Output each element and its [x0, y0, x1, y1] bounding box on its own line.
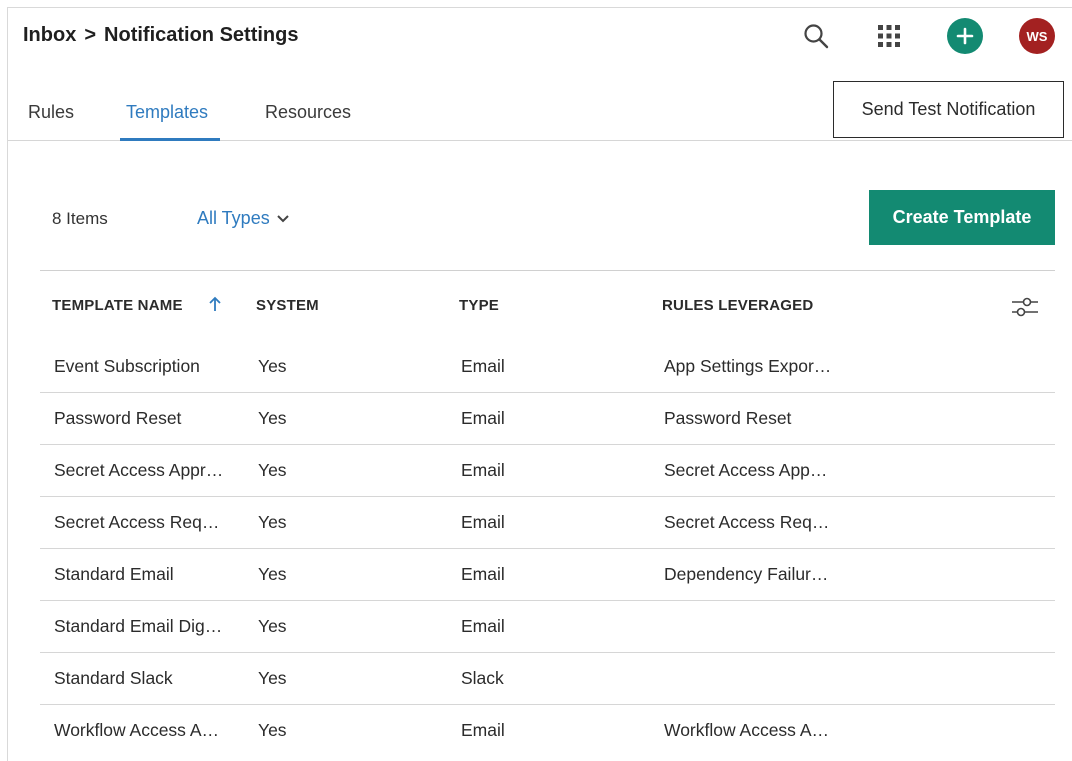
- search-button[interactable]: [798, 18, 834, 54]
- cell-type: Email: [461, 408, 505, 428]
- tab-templates[interactable]: Templates: [126, 102, 208, 123]
- cell-system: Yes: [258, 408, 287, 428]
- cell-template-name: Standard Slack: [54, 668, 173, 688]
- cell-system: Yes: [258, 720, 287, 740]
- cell-template-name: Password Reset: [54, 408, 182, 428]
- page-title: Notification Settings: [104, 24, 299, 46]
- grid-icon: [878, 25, 900, 47]
- cell-system: Yes: [258, 564, 287, 584]
- column-header-template-name[interactable]: TEMPLATE NAME: [52, 297, 183, 314]
- column-header-type[interactable]: TYPE: [459, 297, 499, 314]
- table-row[interactable]: Standard Email Dig… Yes Email: [40, 601, 1055, 653]
- cell-type: Email: [461, 616, 505, 636]
- cell-system: Yes: [258, 460, 287, 480]
- table-body: Event Subscription Yes Email App Setting…: [40, 341, 1055, 757]
- app-frame: Inbox > Notification Settings WS Rules T…: [7, 7, 1072, 761]
- cell-system: Yes: [258, 356, 287, 376]
- cell-template-name: Secret Access Appr…: [54, 460, 224, 480]
- table-row[interactable]: Workflow Access A… Yes Email Workflow Ac…: [40, 705, 1055, 757]
- create-template-button[interactable]: Create Template: [869, 190, 1055, 245]
- templates-table: TEMPLATE NAME SYSTEM TYPE RULES LEVERAGE…: [40, 270, 1055, 757]
- cell-rules-leveraged: App Settings Expor…: [664, 356, 832, 376]
- search-icon: [804, 24, 829, 49]
- cell-rules-leveraged: Password Reset: [664, 408, 792, 428]
- cell-type: Email: [461, 720, 505, 740]
- table-row[interactable]: Standard Email Yes Email Dependency Fail…: [40, 549, 1055, 601]
- breadcrumb-separator: >: [84, 24, 97, 46]
- table-row[interactable]: Password Reset Yes Email Password Reset: [40, 393, 1055, 445]
- send-test-notification-button[interactable]: Send Test Notification: [833, 81, 1064, 138]
- type-filter-dropdown[interactable]: All Types: [197, 208, 290, 229]
- active-tab-indicator: [120, 138, 220, 141]
- add-button[interactable]: [947, 18, 983, 54]
- user-avatar[interactable]: WS: [1019, 18, 1055, 54]
- cell-template-name: Event Subscription: [54, 356, 200, 376]
- table-row[interactable]: Standard Slack Yes Slack: [40, 653, 1055, 705]
- tab-resources[interactable]: Resources: [265, 102, 351, 123]
- app-launcher-button[interactable]: [871, 18, 907, 54]
- chevron-down-icon: [276, 214, 289, 222]
- breadcrumb: Inbox > Notification Settings: [23, 24, 298, 47]
- cell-rules-leveraged: Secret Access App…: [664, 460, 828, 480]
- cell-template-name: Standard Email Dig…: [54, 616, 223, 636]
- column-header-rules-leveraged[interactable]: RULES LEVERAGED: [662, 297, 813, 314]
- cell-template-name: Secret Access Req…: [54, 512, 220, 532]
- cell-rules-leveraged: Workflow Access A…: [664, 720, 830, 740]
- cell-type: Email: [461, 460, 505, 480]
- table-row[interactable]: Event Subscription Yes Email App Setting…: [40, 341, 1055, 393]
- column-header-system[interactable]: SYSTEM: [256, 297, 319, 314]
- cell-type: Email: [461, 356, 505, 376]
- cell-type: Email: [461, 512, 505, 532]
- cell-rules-leveraged: Dependency Failur…: [664, 564, 829, 584]
- type-filter-label: All Types: [197, 208, 270, 228]
- tab-rules[interactable]: Rules: [28, 102, 74, 123]
- column-settings-icon[interactable]: [1010, 295, 1040, 319]
- page-header: Inbox > Notification Settings WS: [8, 8, 1072, 72]
- cell-template-name: Standard Email: [54, 564, 174, 584]
- breadcrumb-inbox-link[interactable]: Inbox: [23, 24, 76, 47]
- cell-rules-leveraged: Secret Access Req…: [664, 512, 830, 532]
- cell-system: Yes: [258, 668, 287, 688]
- cell-template-name: Workflow Access A…: [54, 720, 220, 740]
- list-toolbar: 8 Items All Types Create Template: [8, 188, 1072, 248]
- cell-type: Slack: [461, 668, 504, 688]
- cell-system: Yes: [258, 616, 287, 636]
- table-header: TEMPLATE NAME SYSTEM TYPE RULES LEVERAGE…: [40, 271, 1055, 341]
- cell-type: Email: [461, 564, 505, 584]
- table-row[interactable]: Secret Access Appr… Yes Email Secret Acc…: [40, 445, 1055, 497]
- cell-system: Yes: [258, 512, 287, 532]
- sort-ascending-icon[interactable]: [208, 296, 222, 312]
- items-count: 8 Items: [52, 209, 108, 228]
- table-row[interactable]: Secret Access Req… Yes Email Secret Acce…: [40, 497, 1055, 549]
- plus-icon: [956, 27, 974, 45]
